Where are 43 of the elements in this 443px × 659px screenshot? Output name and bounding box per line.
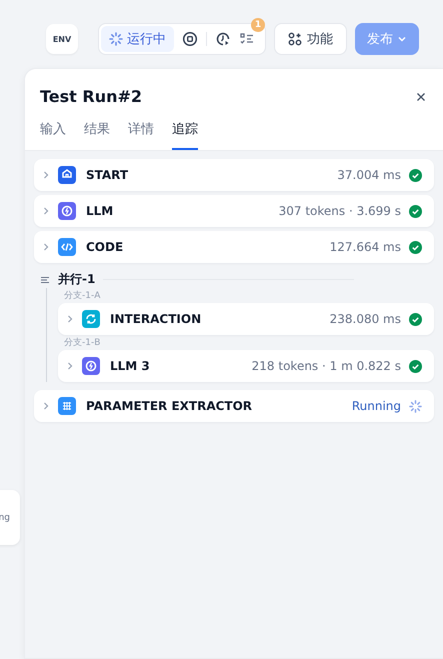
trace-node-row[interactable]: LLM 3 218 tokens · 1 m 0.822 s bbox=[58, 350, 434, 382]
node-name: PARAMETER EXTRACTOR bbox=[86, 399, 254, 413]
collapse-icon[interactable] bbox=[40, 274, 50, 284]
chevron-icon bbox=[42, 243, 50, 251]
node-name: CODE bbox=[86, 240, 124, 254]
chevron-icon bbox=[42, 207, 50, 215]
features-icon bbox=[288, 32, 302, 46]
node-name: INTERACTION bbox=[110, 312, 202, 326]
tab[interactable]: 结果 bbox=[84, 120, 110, 150]
tab[interactable]: 追踪 bbox=[172, 120, 198, 150]
node-name: START bbox=[86, 168, 130, 182]
node-meta: 307 tokens · 3.699 s bbox=[278, 204, 401, 218]
notification-badge: 1 bbox=[251, 18, 265, 32]
chevron-icon bbox=[66, 362, 74, 370]
tab[interactable]: 详情 bbox=[128, 120, 154, 150]
env-button[interactable]: ENV bbox=[46, 24, 78, 54]
node-meta: Running bbox=[352, 399, 401, 413]
running-button[interactable]: 运行中 bbox=[101, 26, 174, 52]
trace-node-row[interactable]: PARAMETER EXTRACTOR Running bbox=[34, 390, 434, 422]
branch-label: 分支-1-B bbox=[64, 336, 102, 349]
panel-title: Test Run#2 bbox=[40, 87, 142, 106]
spinner-icon bbox=[109, 32, 123, 46]
node-name: LLM bbox=[86, 204, 114, 218]
caret-icon bbox=[397, 34, 407, 44]
node-meta: 127.664 ms bbox=[330, 240, 401, 254]
chevron-icon bbox=[42, 402, 50, 410]
parallel-title: 并行-1 bbox=[58, 271, 96, 288]
trace-node-row[interactable]: START 37.004 ms bbox=[34, 159, 434, 191]
stop-icon[interactable] bbox=[182, 31, 198, 47]
trace-node-row[interactable]: INTERACTION 238.080 ms bbox=[58, 303, 434, 335]
trace-node-row[interactable]: CODE 127.664 ms bbox=[34, 231, 434, 263]
node-meta: 37.004 ms bbox=[337, 168, 401, 182]
history-icon[interactable] bbox=[215, 31, 231, 47]
trace-node-row[interactable]: LLM 307 tokens · 3.699 s bbox=[34, 195, 434, 227]
node-meta: 218 tokens · 1 m 0.822 s bbox=[252, 359, 401, 373]
chevron-icon bbox=[66, 315, 74, 323]
close-icon[interactable] bbox=[415, 90, 427, 102]
branch-label: 分支-1-A bbox=[64, 290, 102, 302]
node-name: LLM 3 bbox=[110, 359, 151, 373]
tab[interactable]: 输入 bbox=[40, 120, 66, 150]
node-meta: 238.080 ms bbox=[330, 312, 401, 326]
chevron-icon bbox=[42, 171, 50, 179]
features-button[interactable]: 功能 bbox=[274, 23, 347, 55]
